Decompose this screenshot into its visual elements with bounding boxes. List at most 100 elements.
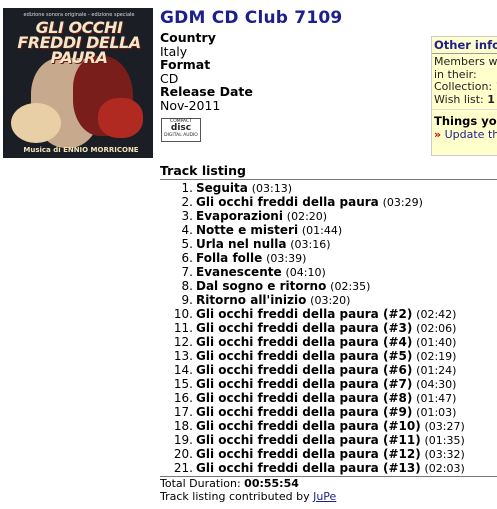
track-number: 17. (173, 405, 193, 419)
country-label: Country (160, 30, 216, 45)
track-number: 11. (173, 321, 193, 335)
things-you-can-do-header: Things yo (432, 109, 497, 128)
wishlist-count: Wish list: 1 (434, 92, 497, 107)
track-number: 6. (181, 251, 193, 265)
total-duration-label: Total Duration: (160, 477, 245, 490)
track-title: Gli occhi freddi della paura (#13) (196, 461, 421, 475)
track-number: 14. (173, 363, 193, 377)
other-info-panel: Other info Members w in their: Collectio… (431, 36, 497, 156)
track-duration: (03:39) (266, 252, 307, 265)
album-cover-image[interactable]: edizione sonora originale - edizione spe… (3, 8, 153, 158)
track-duration: (03:16) (290, 238, 331, 251)
track-title: Evanescente (196, 265, 282, 279)
track-list: 1. Seguita (03:13) 2. Gli occhi freddi dell… (160, 181, 497, 475)
total-duration-value: 00:55:54 (244, 477, 299, 490)
wishlist-label: Wish list: (434, 92, 488, 106)
track-number: 19. (173, 433, 193, 447)
cover-figure-shape (11, 103, 61, 143)
track-number: 18. (173, 419, 193, 433)
track-row: 18. Gli occhi freddi della paura (#10) (0… (160, 419, 497, 433)
release-meta: Country Italy Format CD Release Date Nov… (160, 31, 253, 113)
track-listing-heading: Track listing (160, 163, 497, 180)
track-row: 5. Urla nel nulla (03:16) (160, 237, 497, 251)
track-number: 7. (181, 265, 193, 279)
release-date-label: Release Date (160, 84, 253, 100)
track-duration: (01:44) (301, 224, 343, 237)
track-duration: (03:13) (251, 182, 292, 195)
members-text: Members w in their: Collection: 1 Wish l… (432, 54, 497, 106)
track-row: 17. Gli occhi freddi della paura (#9) (01… (160, 405, 497, 419)
track-duration: (01:40) (416, 336, 457, 349)
track-number: 4. (181, 223, 193, 237)
disc-logo-main: disc (170, 123, 192, 133)
track-duration: (04:30) (416, 378, 457, 391)
track-row: 11. Gli occhi freddi della paura (#3) (02… (160, 321, 497, 335)
release-date-value: Nov-2011 (160, 97, 221, 113)
track-row: 12. Gli occhi freddi della paura (#4) (01… (160, 335, 497, 349)
total-duration: Total Duration: 00:55:54 (160, 477, 497, 490)
update-link[interactable]: » Update th (432, 128, 497, 141)
format-value: CD (160, 70, 179, 86)
track-listing-footer: Total Duration: 00:55:54 Track listing c… (160, 476, 497, 503)
track-title: Gli occhi freddi della paura (#8) (196, 391, 413, 405)
disc-logo-bottom: DIGITAL AUDIO (164, 133, 198, 138)
track-row: 1. Seguita (03:13) (160, 181, 497, 195)
track-title: Ritorno all'inizio (196, 293, 307, 307)
track-number: 2. (181, 195, 193, 209)
track-listing-section: Track listing 1. Seguita (03:13) 2. Gli occ… (160, 163, 497, 503)
track-number: 5. (181, 237, 193, 251)
track-number: 9. (181, 293, 193, 307)
track-title: Evaporazioni (196, 209, 283, 223)
contributed-by-label: Track listing contributed by (160, 490, 314, 503)
track-number: 1. (181, 181, 193, 195)
members-line1: Members w (434, 55, 497, 68)
track-duration: (01:35) (424, 434, 465, 447)
track-number: 15. (173, 377, 193, 391)
track-title: Gli occhi freddi della paura (#3) (196, 321, 413, 335)
cover-title-text: GLI OCCHI FREDDI DELLA PAURA (17, 18, 141, 67)
arrow-bullet-icon: » (434, 128, 442, 141)
track-title: Gli occhi freddi della paura (#2) (196, 307, 413, 321)
track-duration: (03:20) (310, 294, 351, 307)
track-row: 20. Gli occhi freddi della paura (#12) (0… (160, 447, 497, 461)
track-duration: (04:10) (285, 266, 326, 279)
track-number: 3. (181, 209, 193, 223)
track-title: Dal sogno e ritorno (196, 279, 327, 293)
track-duration: (03:29) (382, 196, 423, 209)
contributor-link[interactable]: JuPe (313, 490, 336, 503)
track-title: Gli occhi freddi della paura (#4) (196, 335, 413, 349)
track-title: Gli occhi freddi della paura (#10) (196, 419, 421, 433)
track-title: Gli occhi freddi della paura (#11) (196, 433, 421, 447)
contributed-by: Track listing contributed by JuPe (160, 490, 497, 503)
track-duration: (02:03) (424, 462, 465, 475)
track-duration: (02:35) (330, 280, 371, 293)
track-row: 15. Gli occhi freddi della paura (#7) (04… (160, 377, 497, 391)
track-row: 21. Gli occhi freddi della paura (#13) (0… (160, 461, 497, 475)
track-row: 9. Ritorno all'inizio (03:20) (160, 293, 497, 307)
other-info-header: Other info (432, 37, 497, 54)
update-link-text[interactable]: Update th (445, 128, 497, 141)
track-row: 6. Folla folle (03:39) (160, 251, 497, 265)
track-number: 21. (173, 461, 193, 475)
track-number: 10. (173, 307, 193, 321)
track-duration: (02:42) (416, 308, 457, 321)
track-title: Gli occhi freddi della paura (#5) (196, 349, 413, 363)
track-duration: (01:24) (416, 364, 457, 377)
track-row: 14. Gli occhi freddi della paura (#6) (01… (160, 363, 497, 377)
cover-figure-shape (98, 98, 143, 138)
track-row: 7. Evanescente (04:10) (160, 265, 497, 279)
track-row: 19. Gli occhi freddi della paura (#11) (0… (160, 433, 497, 447)
track-row: 16. Gli occhi freddi della paura (#8) (01… (160, 391, 497, 405)
track-title: Gli occhi freddi della paura (196, 195, 379, 209)
track-duration: (02:06) (416, 322, 457, 335)
track-title: Notte e misteri (196, 223, 299, 237)
track-row: 4. Notte e misteri (01:44) (160, 223, 497, 237)
track-number: 13. (173, 349, 193, 363)
track-row: 8. Dal sogno e ritorno (02:35) (160, 279, 497, 293)
track-title: Seguita (196, 181, 248, 195)
track-number: 8. (181, 279, 193, 293)
track-duration: (03:27) (424, 420, 465, 433)
track-title: Gli occhi freddi della paura (#6) (196, 363, 413, 377)
track-duration: (01:47) (416, 392, 457, 405)
track-duration: (03:32) (424, 448, 465, 461)
